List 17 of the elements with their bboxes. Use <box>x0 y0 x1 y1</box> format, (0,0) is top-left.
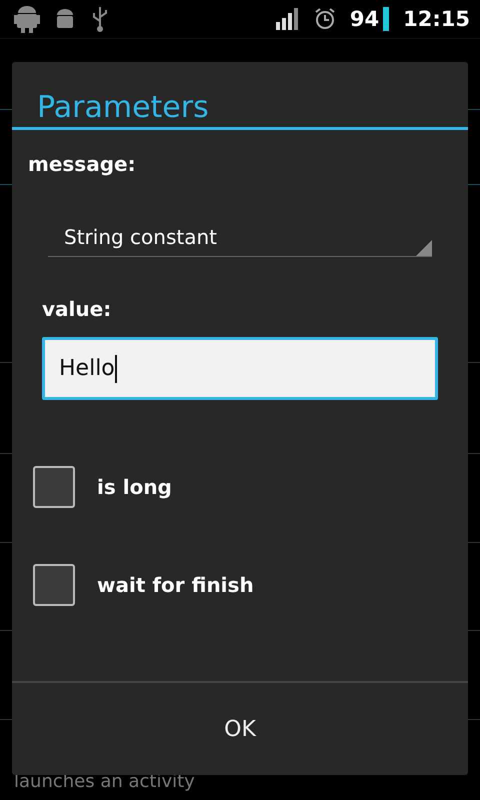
alarm-clock-icon <box>314 8 336 30</box>
ok-button[interactable]: OK <box>12 683 468 775</box>
checkbox[interactable] <box>33 564 75 606</box>
checkbox-label: is long <box>97 475 172 499</box>
battery-level: 94 <box>350 7 380 31</box>
usb-icon <box>90 5 110 33</box>
checkbox-label: wait for finish <box>97 573 254 597</box>
signal-icon <box>276 8 300 30</box>
dropdown-corner-icon <box>416 240 432 256</box>
value-label: value: <box>41 297 112 321</box>
battery-icon <box>383 7 390 31</box>
message-label: message: <box>28 152 137 176</box>
checkbox[interactable] <box>33 466 75 508</box>
dialog-title: Parameters <box>12 62 468 130</box>
clock-time: 12:15 <box>403 7 470 31</box>
input-field[interactable]: Hello <box>42 337 438 400</box>
dropdown[interactable]: String constant <box>48 218 432 257</box>
